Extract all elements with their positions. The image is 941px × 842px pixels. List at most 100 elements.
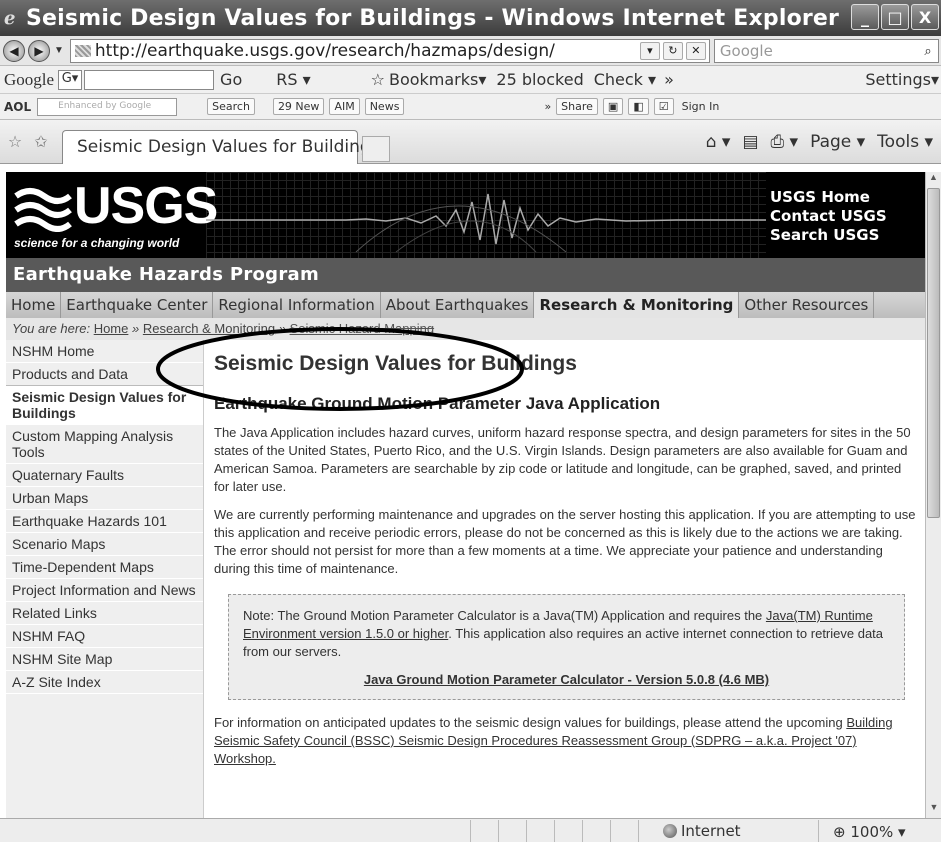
usgs-tagline: science for a changing world xyxy=(14,236,180,250)
aol-icon-button-1[interactable]: ▣ xyxy=(602,98,624,115)
status-bar: Internet ⊕ 100% ▾ xyxy=(0,818,941,842)
usgs-logo[interactable]: USGS science for a changing world xyxy=(8,176,218,254)
java-note-box: Note: The Ground Motion Parameter Calcul… xyxy=(228,594,905,700)
zoom-icon: ⊕ xyxy=(833,822,846,841)
menu-earthquake-center[interactable]: Earthquake Center xyxy=(61,292,214,318)
tab-bar: ☆ ✩ Seismic Design Values for Buildings … xyxy=(0,120,941,164)
favorites-star-icon[interactable]: ☆ xyxy=(4,132,26,151)
toolbar-more-button[interactable]: » xyxy=(664,70,674,89)
tab-label: Seismic Design Values for Buildings xyxy=(77,137,380,157)
aol-search-button[interactable]: Search xyxy=(207,98,255,115)
status-cell xyxy=(554,819,582,842)
refresh-icon[interactable]: ↻ xyxy=(662,41,683,60)
sidebar-item-urban-maps[interactable]: Urban Maps xyxy=(6,487,203,510)
scroll-up-icon[interactable]: ▲ xyxy=(926,172,941,188)
aol-mail-button[interactable]: 29 New xyxy=(272,98,325,115)
sign-in-link[interactable]: Sign In xyxy=(682,100,720,113)
scroll-down-icon[interactable]: ▼ xyxy=(926,802,941,818)
search-icon[interactable]: ⌕ xyxy=(918,43,938,59)
maintenance-paragraph: We are currently performing maintenance … xyxy=(214,507,916,576)
bookmarks-icon[interactable]: ☆ xyxy=(371,70,385,89)
status-text-cell xyxy=(0,820,470,842)
ie-logo-icon: ℯ xyxy=(4,7,16,29)
zoom-level: 100% xyxy=(850,822,894,841)
minimize-button[interactable]: _ xyxy=(851,4,879,30)
back-button[interactable]: ◀ xyxy=(3,39,25,62)
home-icon[interactable]: ⌂ ▾ xyxy=(706,132,731,152)
highlight-ellipse xyxy=(156,327,524,411)
download-calculator-link[interactable]: Java Ground Motion Parameter Calculator … xyxy=(243,671,890,689)
usgs-wave-icon xyxy=(14,188,72,232)
aol-icon-button-2[interactable]: ◧ xyxy=(628,98,649,115)
sidebar-item-scenario-maps[interactable]: Scenario Maps xyxy=(6,533,203,556)
aim-button[interactable]: AIM xyxy=(329,98,360,115)
usgs-home-link[interactable]: USGS Home xyxy=(770,188,887,207)
security-zone-label: Internet xyxy=(681,821,741,840)
url-field[interactable]: http://earthquake.usgs.gov/research/hazm… xyxy=(69,38,710,63)
sidebar-item-nshm-faq[interactable]: NSHM FAQ xyxy=(6,625,203,648)
close-button[interactable]: X xyxy=(911,4,939,30)
security-zone[interactable]: Internet xyxy=(638,819,818,842)
status-cell xyxy=(526,819,554,842)
aol-icon-button-3[interactable]: ☑ xyxy=(653,98,674,115)
window-title: Seismic Design Values for Buildings - Wi… xyxy=(26,5,840,31)
sidebar-item-site-map[interactable]: NSHM Site Map xyxy=(6,648,203,671)
news-button[interactable]: News xyxy=(364,98,405,115)
new-tab-button[interactable] xyxy=(362,135,390,162)
program-title: Earthquake Hazards Program xyxy=(6,258,925,292)
globe-icon xyxy=(663,823,677,838)
sidebar-item-az-index[interactable]: A-Z Site Index xyxy=(6,671,203,694)
zoom-control[interactable]: ⊕ 100% ▾ xyxy=(818,819,941,842)
search-field[interactable]: Google ⌕ xyxy=(713,38,939,63)
forward-arrow-icon: ▶ xyxy=(34,43,44,58)
sidebar-item-time-dependent[interactable]: Time-Dependent Maps xyxy=(6,556,203,579)
spell-check-button[interactable]: Check ▾ xyxy=(594,70,656,89)
share-button[interactable]: Share xyxy=(556,98,598,115)
bookmarks-button[interactable]: Bookmarks▾ xyxy=(389,70,486,89)
sidebar-item-custom-mapping[interactable]: Custom Mapping Analysis Tools xyxy=(6,425,203,464)
feeds-icon[interactable]: ▤ xyxy=(742,132,758,152)
google-menu-button[interactable]: G▾ xyxy=(58,69,83,90)
google-toolbar: Google G▾ Go RS ▾ ☆ Bookmarks▾ 25 blocke… xyxy=(0,66,941,94)
sidebar-item-hazards-101[interactable]: Earthquake Hazards 101 xyxy=(6,510,203,533)
page-menu-button[interactable]: Page ▾ xyxy=(810,132,865,152)
address-bar: ◀ ▶ ▼ http://earthquake.usgs.gov/researc… xyxy=(0,36,941,66)
menu-about-earthquakes[interactable]: About Earthquakes xyxy=(381,292,535,318)
add-favorites-icon[interactable]: ✩ xyxy=(30,132,52,151)
aol-logo: AOL xyxy=(4,99,32,114)
aol-toolbar: AOL Enhanced by Google Search 29 New AIM… xyxy=(0,94,941,120)
google-logo: Google xyxy=(4,69,55,89)
tab-seismic-design[interactable]: Seismic Design Values for Buildings xyxy=(62,129,380,164)
breadcrumb-home[interactable]: Home xyxy=(94,321,129,336)
settings-button[interactable]: Settings▾ xyxy=(865,70,939,89)
history-dropdown-icon[interactable]: ▼ xyxy=(54,45,64,56)
menu-regional-information[interactable]: Regional Information xyxy=(213,292,381,318)
menu-home[interactable]: Home xyxy=(6,292,62,318)
print-icon[interactable]: ⎙ ▾ xyxy=(771,132,799,152)
tools-menu-button[interactable]: Tools ▾ xyxy=(877,132,933,152)
sidebar-item-quaternary-faults[interactable]: Quaternary Faults xyxy=(6,464,203,487)
rs-button[interactable]: RS ▾ xyxy=(276,70,310,89)
status-cell xyxy=(582,819,610,842)
menu-other-resources[interactable]: Other Resources xyxy=(739,292,875,318)
stop-icon[interactable]: ✕ xyxy=(685,41,706,60)
url-dropdown-icon[interactable]: ▾ xyxy=(639,41,660,60)
search-usgs-link[interactable]: Search USGS xyxy=(770,226,887,245)
sidebar-item-project-info[interactable]: Project Information and News xyxy=(6,579,203,602)
vertical-scrollbar[interactable]: ▲ ▼ xyxy=(925,172,941,818)
aol-more-button[interactable]: » xyxy=(544,100,551,113)
java-note-text: Note: The Ground Motion Parameter Calcul… xyxy=(243,607,890,661)
aol-search-input[interactable]: Enhanced by Google xyxy=(37,97,178,116)
url-text[interactable]: http://earthquake.usgs.gov/research/hazm… xyxy=(95,41,640,61)
sidebar-item-related-links[interactable]: Related Links xyxy=(6,602,203,625)
status-cell xyxy=(470,819,498,842)
maximize-button[interactable]: □ xyxy=(881,4,909,30)
scroll-thumb[interactable] xyxy=(927,188,940,518)
contact-usgs-link[interactable]: Contact USGS xyxy=(770,207,887,226)
menu-research-monitoring[interactable]: Research & Monitoring xyxy=(534,292,740,318)
go-button[interactable]: Go xyxy=(220,70,242,89)
google-search-input[interactable] xyxy=(84,69,215,90)
forward-button[interactable]: ▶ xyxy=(28,39,50,62)
popup-blocked-count[interactable]: 25 blocked xyxy=(496,70,583,89)
search-placeholder[interactable]: Google xyxy=(715,42,918,60)
